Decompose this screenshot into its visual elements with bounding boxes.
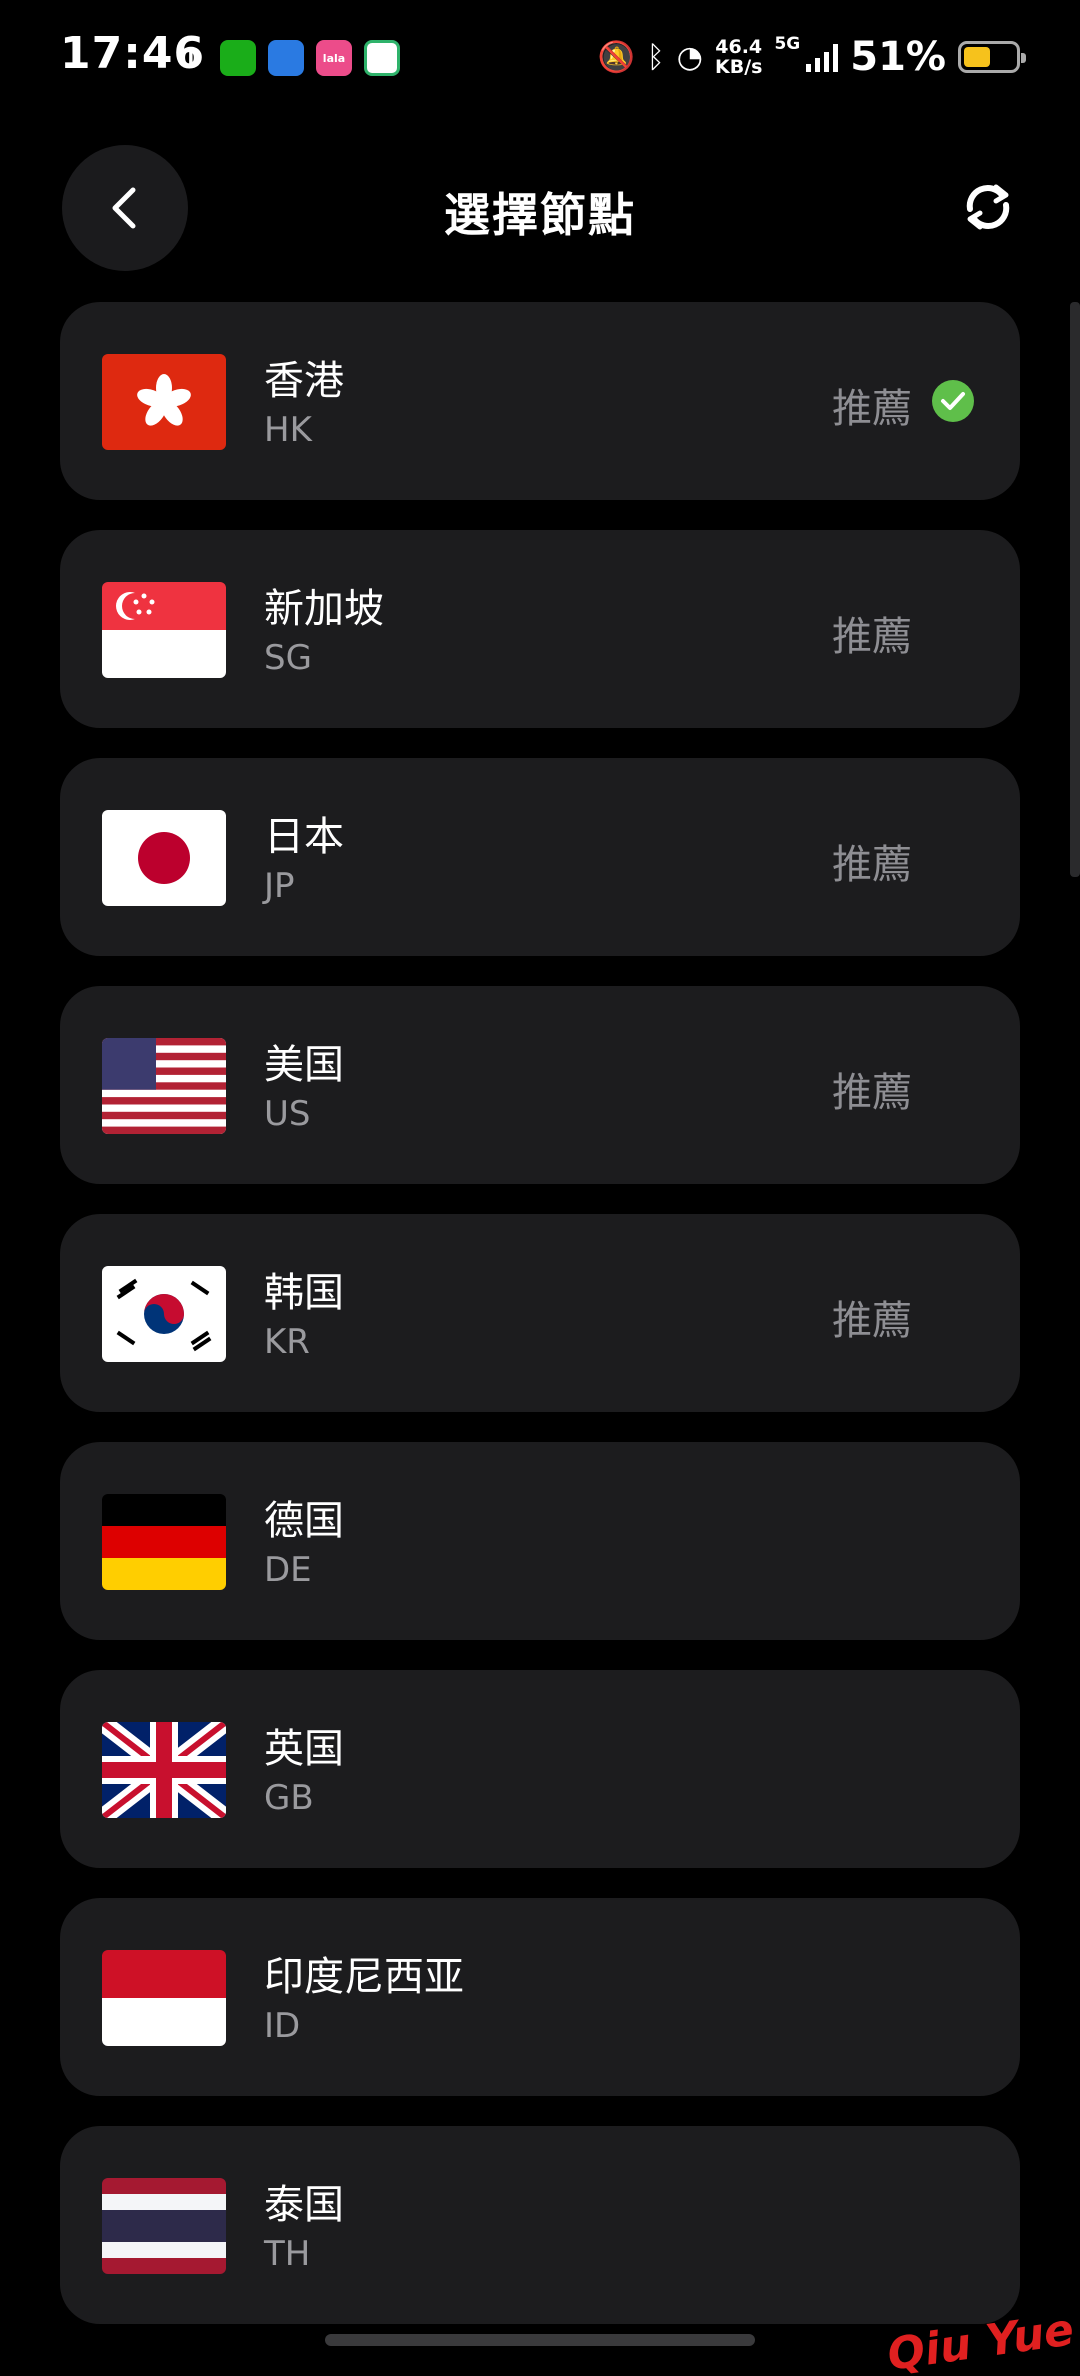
node-list: 香港 HK 推薦 新加坡 SG 推薦 日本 JP 推薦 美国 US 推薦 韩国 … bbox=[60, 302, 1020, 2354]
hk-flag-icon bbox=[102, 354, 226, 450]
node-item-th[interactable]: 泰国 TH bbox=[60, 2126, 1020, 2324]
id-flag-icon bbox=[102, 1950, 226, 2046]
bird-app-icon bbox=[268, 40, 304, 76]
node-item-jp[interactable]: 日本 JP 推薦 bbox=[60, 758, 1020, 956]
node-code: KR bbox=[264, 1322, 310, 1362]
recommended-tag: 推薦 bbox=[832, 1070, 912, 1116]
notification-icons: D lala bbox=[182, 40, 400, 76]
node-name: 泰国 bbox=[264, 2182, 344, 2228]
wechat-icon bbox=[220, 40, 256, 76]
node-name: 香港 bbox=[264, 358, 344, 404]
node-code: DE bbox=[264, 1550, 312, 1590]
nfc-icon: ◔ bbox=[676, 39, 703, 75]
app-d-icon: D bbox=[187, 47, 203, 69]
node-name: 新加坡 bbox=[264, 586, 384, 632]
gb-flag-icon bbox=[102, 1722, 226, 1818]
header: 選擇節點 bbox=[0, 145, 1080, 271]
sg-flag-icon bbox=[102, 582, 226, 678]
node-name: 德国 bbox=[264, 1498, 344, 1544]
network-speed: 46.4 KB/s bbox=[715, 37, 762, 77]
node-name: 韩国 bbox=[264, 1270, 344, 1316]
page-title: 選擇節點 bbox=[444, 188, 636, 242]
signal-icon bbox=[806, 42, 839, 72]
node-code: GB bbox=[264, 1778, 314, 1818]
node-name: 英国 bbox=[264, 1726, 344, 1772]
system-icons: 🔕 ᛒ ◔ 46.4 KB/s 5G 51% bbox=[597, 34, 1026, 80]
node-item-us[interactable]: 美国 US 推薦 bbox=[60, 986, 1020, 1184]
chat-app-icon bbox=[364, 40, 400, 76]
jp-flag-icon bbox=[102, 810, 226, 906]
mute-bell-icon: 🔕 bbox=[597, 39, 635, 75]
node-name: 日本 bbox=[264, 814, 344, 860]
node-code: ID bbox=[264, 2006, 301, 2046]
recommended-tag: 推薦 bbox=[832, 842, 912, 888]
node-item-gb[interactable]: 英国 GB bbox=[60, 1670, 1020, 1868]
node-item-kr[interactable]: 韩国 KR 推薦 bbox=[60, 1214, 1020, 1412]
node-code: SG bbox=[264, 638, 312, 678]
node-item-de[interactable]: 德国 DE bbox=[60, 1442, 1020, 1640]
status-bar: 17:46 D lala 🔕 ᛒ ◔ 46.4 KB/s 5G 51% bbox=[0, 0, 1080, 120]
th-flag-icon bbox=[102, 2178, 226, 2274]
us-flag-icon bbox=[102, 1038, 226, 1134]
network-type: 5G bbox=[774, 34, 801, 54]
node-item-sg[interactable]: 新加坡 SG 推薦 bbox=[60, 530, 1020, 728]
node-code: JP bbox=[264, 866, 295, 906]
battery-percent: 51% bbox=[850, 34, 946, 80]
node-code: HK bbox=[264, 410, 312, 450]
kr-flag-icon bbox=[102, 1266, 226, 1362]
recommended-tag: 推薦 bbox=[832, 1298, 912, 1344]
recommended-tag: 推薦 bbox=[832, 614, 912, 660]
node-code: US bbox=[264, 1094, 311, 1134]
de-flag-icon bbox=[102, 1494, 226, 1590]
check-icon bbox=[932, 380, 974, 422]
recommended-tag: 推薦 bbox=[832, 386, 912, 432]
lala-app-icon: lala bbox=[316, 40, 352, 76]
refresh-icon bbox=[966, 184, 1010, 230]
refresh-button[interactable] bbox=[956, 175, 1020, 239]
node-item-hk[interactable]: 香港 HK 推薦 bbox=[60, 302, 1020, 500]
node-name: 美国 bbox=[264, 1042, 344, 1088]
speed-value: 46.4 bbox=[715, 36, 763, 58]
node-code: TH bbox=[264, 2234, 311, 2274]
node-name: 印度尼西亚 bbox=[264, 1954, 464, 2000]
bluetooth-icon: ᛒ bbox=[646, 39, 665, 75]
battery-icon bbox=[958, 41, 1026, 73]
node-item-id[interactable]: 印度尼西亚 ID bbox=[60, 1898, 1020, 2096]
home-indicator[interactable] bbox=[325, 2334, 755, 2346]
scrollbar[interactable] bbox=[1070, 302, 1080, 877]
speed-unit: KB/s bbox=[714, 56, 763, 78]
